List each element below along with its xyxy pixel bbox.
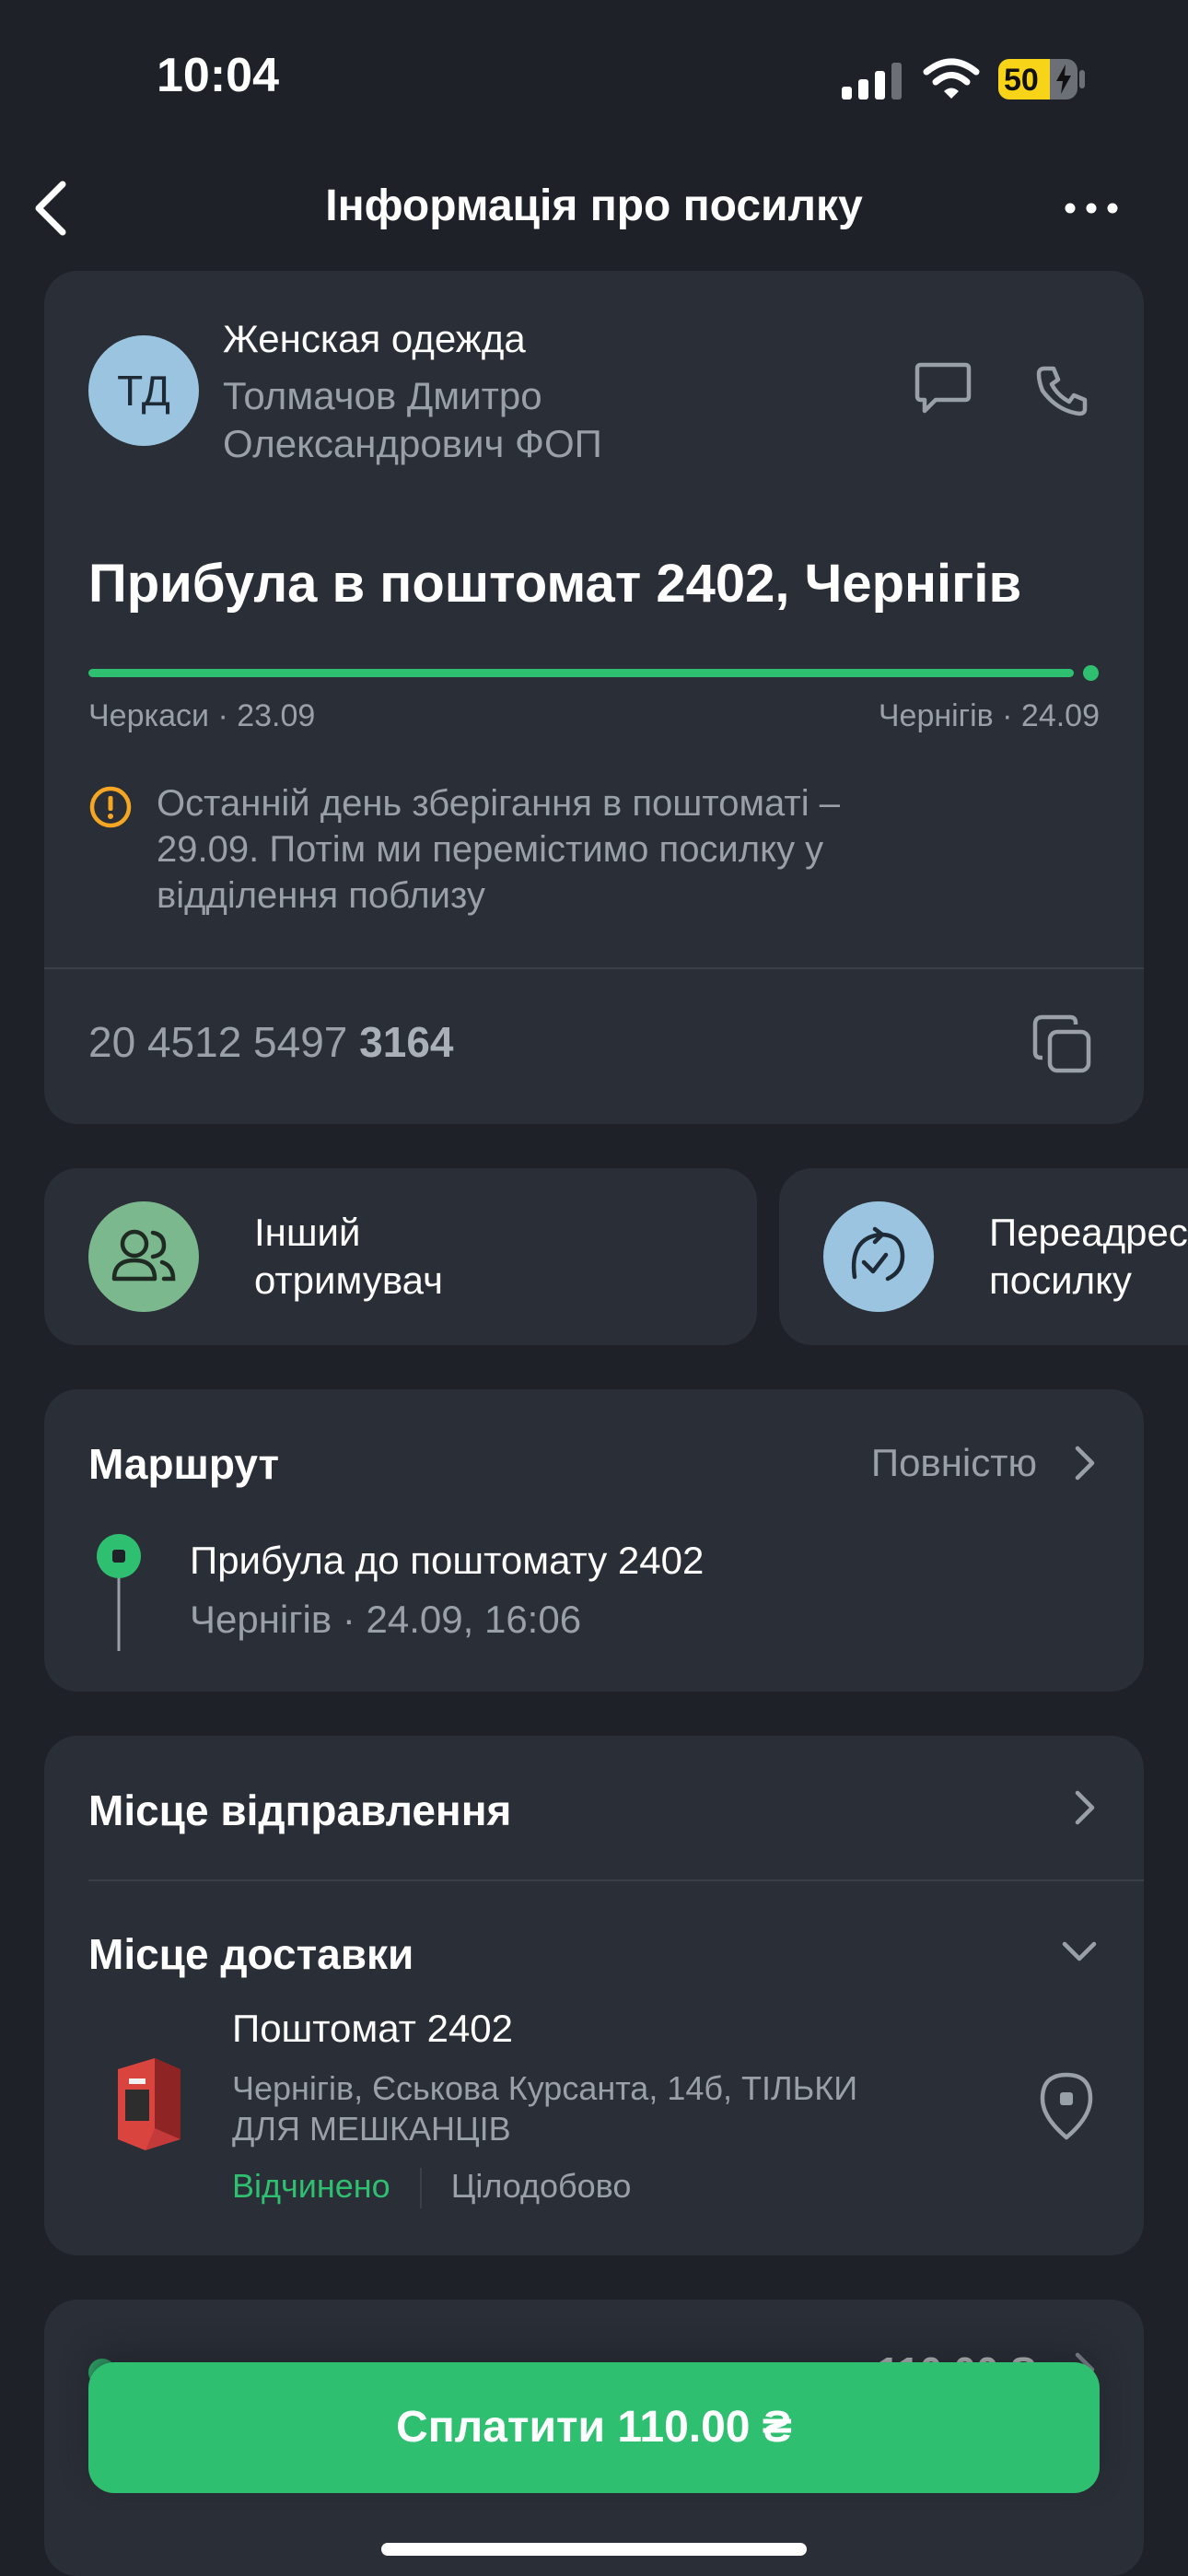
locker-name: Поштомат 2402 (232, 2007, 514, 2050)
shop-name: Женская одежда (223, 317, 526, 360)
redirect-icon (823, 1201, 934, 1312)
other-recipient-label-line1: Інший (254, 1211, 361, 1254)
progress-from-label: Черкаси · 23.09 (88, 698, 316, 733)
departure-place-label: Місце відправлення (88, 1786, 512, 1834)
home-indicator (381, 2543, 807, 2556)
pay-button[interactable]: Сплатити 110.00 ₴ (88, 2362, 1100, 2493)
progress-end-dot (1083, 665, 1099, 681)
parcel-info-card: ТД Женская одежда Толмачов Дмитро Олекса… (44, 271, 1144, 1124)
avatar: ТД (88, 335, 199, 446)
locker-address-line2: ДЛЯ МЕШКАНЦІВ (232, 2110, 511, 2148)
storage-warning-line1: Останній день зберігання в поштоматі – (157, 783, 840, 824)
page-title: Інформація про посилку (325, 181, 863, 230)
battery-level: 50 (1004, 63, 1039, 98)
chat-bubble-icon (914, 362, 972, 414)
route-title: Маршрут (88, 1440, 280, 1488)
route-card[interactable]: Маршрут Повністю Прибула до поштомату 24… (44, 1389, 1144, 1692)
places-card: Місце відправлення Місце доставки Поштом… (44, 1736, 1144, 2255)
locker-open-status: Відчинено (232, 2167, 390, 2205)
other-recipient-label-line2: отримувач (254, 1259, 443, 1302)
phone-icon (1036, 366, 1088, 416)
tracking-number-tail: 3164 (359, 1018, 454, 1066)
locker-hours: Цілодобово (450, 2167, 632, 2205)
progress-to-label: Чернігів · 24.09 (878, 698, 1100, 733)
locker-hours-row: Відчинено Цілодобово (232, 2167, 632, 2209)
copy-button[interactable] (1031, 1013, 1096, 1078)
charging-bolt-icon (1055, 64, 1072, 94)
battery-icon: 50 (998, 59, 1077, 100)
route-full-link[interactable]: Повністю (871, 1441, 1037, 1485)
redirect-label-line2: посилку (989, 1259, 1132, 1302)
map-pin-icon (1040, 2072, 1093, 2140)
delivery-place-label: Місце доставки (88, 1930, 414, 1978)
storage-warning-line2: 29.09. Потім ми перемістимо посилку у (157, 829, 824, 870)
divider (88, 1879, 1144, 1881)
copy-icon (1032, 1014, 1091, 1073)
cellular-signal-icon (842, 61, 904, 101)
other-recipient-card[interactable]: Інший отримувач (44, 1168, 757, 1345)
separator (419, 2168, 422, 2209)
delivery-progress-fill (88, 669, 1074, 677)
pay-button-label: Сплатити 110.00 ₴ (396, 2403, 792, 2452)
wifi-icon (923, 57, 980, 100)
redirect-parcel-card[interactable]: Переадрес посилку (779, 1168, 1188, 1345)
divider (44, 967, 1144, 969)
warning-icon (88, 785, 133, 829)
chevron-right-icon (1070, 1443, 1098, 1483)
route-event-title: Прибула до поштомату 2402 (190, 1539, 705, 1582)
users-icon (88, 1201, 199, 1312)
chevron-right-icon (1070, 1787, 1098, 1828)
storage-warning-line3: відділення поблизу (157, 875, 485, 916)
delivery-progress-bar (88, 669, 1074, 677)
status-time: 10:04 (157, 49, 279, 102)
map-pin-button[interactable] (1039, 2071, 1094, 2141)
parcel-locker-image (109, 2053, 186, 2154)
more-options-button[interactable] (1059, 184, 1124, 230)
redirect-label-line1: Переадрес (989, 1211, 1188, 1254)
route-event-subtitle: Чернігів · 24.09, 16:06 (190, 1598, 582, 1641)
tracking-number-main: 20 4512 5497 (88, 1018, 348, 1066)
chevron-down-icon[interactable] (1059, 1937, 1100, 1964)
route-location-pin-icon (96, 1533, 142, 1651)
call-button[interactable] (1035, 363, 1090, 418)
more-dots-icon (1065, 203, 1118, 214)
tracking-number: 20 4512 5497 3164 (88, 1017, 454, 1067)
departure-place-row[interactable]: Місце відправлення (44, 1736, 1144, 1879)
locker-address-line1: Чернігів, Єськова Курсанта, 14б, ТІЛЬКИ (232, 2069, 858, 2107)
avatar-initials: ТД (117, 367, 170, 415)
status-headline: Прибула в поштомат 2402, Чернігів (88, 554, 1022, 614)
sender-name-line2: Олександрович ФОП (223, 422, 602, 465)
sender-name-line1: Толмачов Дмитро (223, 374, 542, 417)
chat-button[interactable] (914, 361, 973, 416)
